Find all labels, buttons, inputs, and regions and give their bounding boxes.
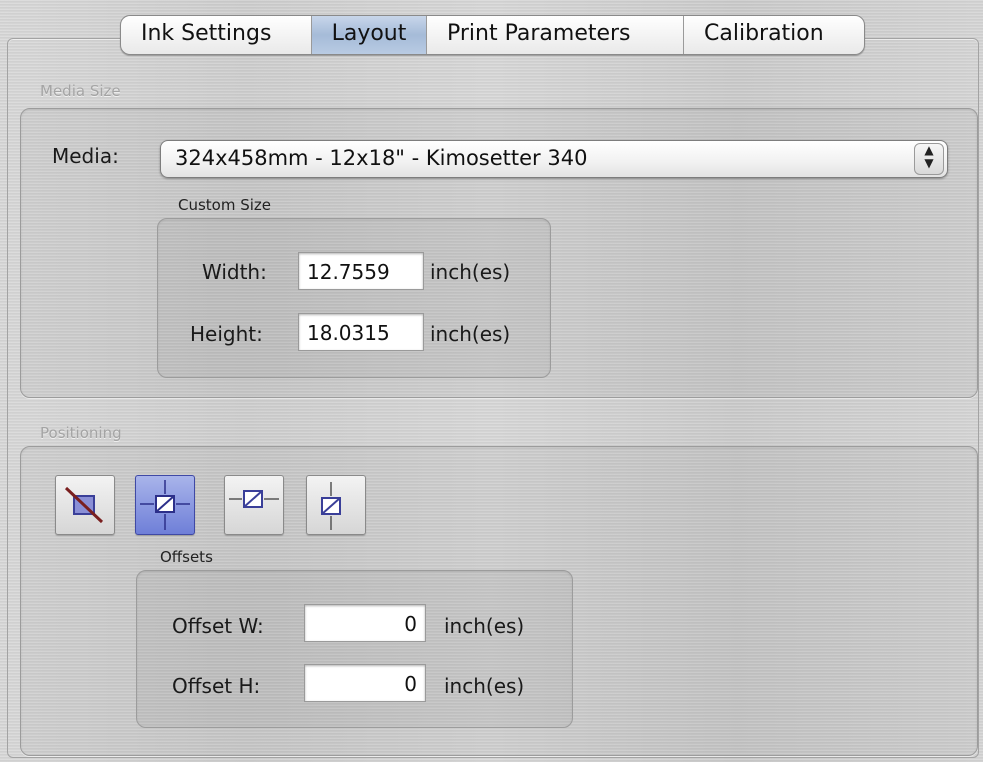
media-popup[interactable]: 324x458mm - 12x18" - Kimosetter 340 ▲ ▼ xyxy=(160,140,948,178)
media-popup-value: 324x458mm - 12x18" - Kimosetter 340 xyxy=(175,146,588,170)
center-horizontal-icon xyxy=(229,490,279,508)
no-position-button[interactable] xyxy=(55,475,115,535)
tab-calibration[interactable]: Calibration xyxy=(684,16,864,54)
no-position-icon xyxy=(64,486,104,524)
offset-h-unit-label: inch(es) xyxy=(444,674,525,698)
up-down-arrows-icon: ▲ ▼ xyxy=(914,143,944,175)
media-label: Media: xyxy=(52,144,119,168)
center-position-button[interactable] xyxy=(135,475,195,535)
offset-h-field[interactable]: 0 xyxy=(304,664,426,702)
offset-w-field[interactable]: 0 xyxy=(304,604,426,642)
offset-h-label: Offset H: xyxy=(172,674,261,698)
tab-ink-settings[interactable]: Ink Settings xyxy=(121,16,312,54)
tab-layout[interactable]: Layout xyxy=(312,16,427,54)
width-label: Width: xyxy=(202,260,267,284)
offset-w-unit-label: inch(es) xyxy=(444,614,525,638)
width-unit-label: inch(es) xyxy=(430,260,511,284)
width-field[interactable]: 12.7559 xyxy=(298,252,424,290)
height-unit-label: inch(es) xyxy=(430,322,511,346)
offsets-group-label: Offsets xyxy=(160,548,213,566)
offset-w-label: Offset W: xyxy=(172,614,264,638)
height-field[interactable]: 18.0315 xyxy=(298,313,424,351)
center-horizontal-button[interactable] xyxy=(224,475,284,535)
center-vertical-icon xyxy=(321,482,341,530)
center-position-icon xyxy=(140,480,190,530)
offsets-box xyxy=(136,570,573,728)
positioning-group-label: Positioning xyxy=(40,424,122,442)
height-label: Height: xyxy=(190,322,263,346)
custom-size-group-label: Custom Size xyxy=(178,196,272,214)
tab-bar: Ink Settings Layout Print Parameters Cal… xyxy=(120,15,865,55)
media-size-group-label: Media Size xyxy=(40,82,121,100)
center-vertical-button[interactable] xyxy=(306,475,366,535)
custom-size-box xyxy=(157,218,551,378)
tab-print-parameters[interactable]: Print Parameters xyxy=(427,16,684,54)
